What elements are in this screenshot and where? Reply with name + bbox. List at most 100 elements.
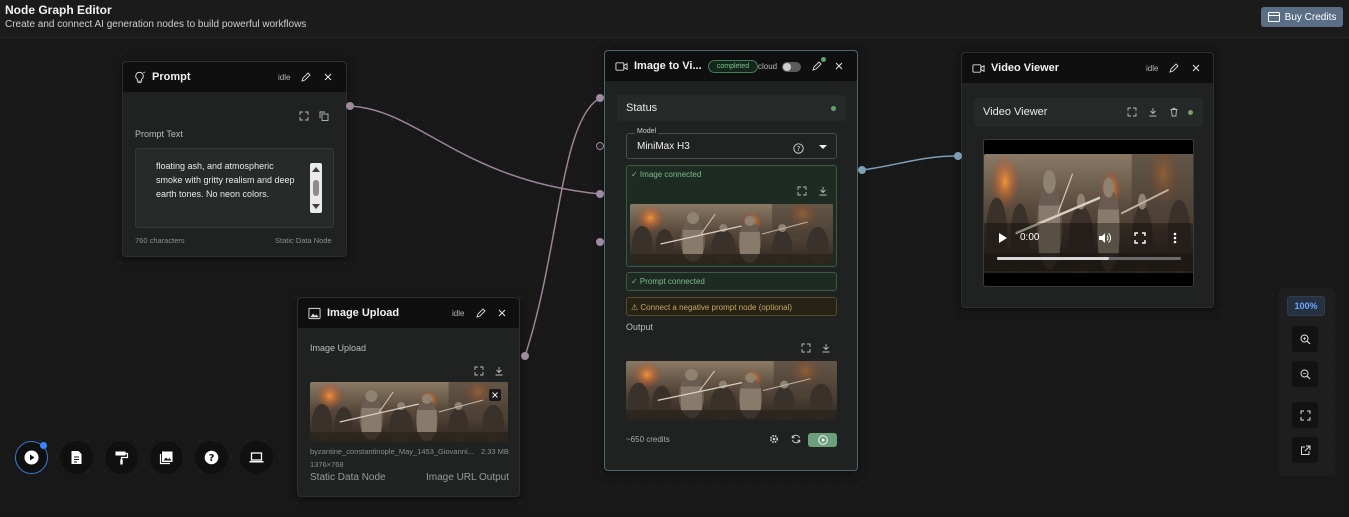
prompt-field-label: Prompt Text bbox=[135, 129, 183, 139]
completed-badge: completed bbox=[708, 60, 758, 73]
gear-icon bbox=[769, 434, 779, 444]
video-viewer-subheader: Video Viewer bbox=[974, 98, 1203, 127]
zoom-out-icon bbox=[1300, 369, 1310, 379]
document-tool[interactable] bbox=[60, 441, 93, 474]
edit-button[interactable] bbox=[811, 60, 823, 72]
image-to-video-node-title: Image to Vi... bbox=[634, 60, 702, 72]
zoom-in-button[interactable] bbox=[1292, 326, 1318, 352]
more-options-button[interactable] bbox=[1173, 231, 1177, 249]
generate-button[interactable] bbox=[808, 433, 837, 447]
expand-button[interactable] bbox=[298, 110, 310, 122]
copy-button[interactable] bbox=[318, 110, 330, 122]
help-tool[interactable]: ? bbox=[195, 441, 228, 474]
play-circle-icon bbox=[24, 450, 39, 465]
volume-icon bbox=[1099, 233, 1111, 243]
close-button[interactable] bbox=[322, 71, 334, 83]
input-image-preview bbox=[630, 204, 833, 264]
close-button[interactable] bbox=[1190, 62, 1202, 74]
wire-prompt-to-i2v bbox=[349, 105, 601, 195]
close-icon bbox=[498, 309, 506, 317]
download-button[interactable] bbox=[1147, 106, 1159, 118]
prompt-node-header[interactable]: Prompt bbox=[123, 62, 346, 92]
prompt-output-port[interactable] bbox=[346, 102, 354, 110]
download-icon bbox=[819, 187, 827, 196]
i2v-input-port-3[interactable] bbox=[596, 190, 604, 198]
fullscreen-button[interactable] bbox=[1134, 231, 1146, 249]
edit-button[interactable] bbox=[1168, 62, 1180, 74]
copy-icon bbox=[319, 111, 329, 121]
external-link-icon bbox=[1300, 445, 1310, 455]
prompt-text: floating ash, and atmospheric smoke with… bbox=[156, 161, 295, 199]
i2v-input-port-2[interactable] bbox=[596, 142, 604, 150]
cloud-toggle[interactable] bbox=[782, 62, 801, 72]
model-select[interactable]: Model MiniMax H3 ? bbox=[626, 128, 837, 159]
gallery-tool[interactable] bbox=[150, 441, 183, 474]
chevron-down-icon[interactable] bbox=[819, 145, 827, 149]
video-progress-track[interactable] bbox=[997, 257, 1181, 260]
fit-view-button[interactable] bbox=[1292, 402, 1318, 428]
status-row[interactable]: Status bbox=[617, 95, 846, 121]
image-url-output-label: Image URL Output bbox=[426, 472, 510, 483]
volume-button[interactable] bbox=[1098, 231, 1111, 249]
video-camera-icon bbox=[972, 62, 985, 75]
paint-roller-icon bbox=[115, 451, 129, 465]
video-controls bbox=[984, 223, 1193, 271]
expand-button[interactable] bbox=[796, 185, 808, 197]
prompt-connected-panel: ✓ Prompt connected bbox=[626, 272, 837, 291]
expand-button[interactable] bbox=[1126, 106, 1138, 118]
pencil-icon bbox=[812, 61, 822, 71]
close-button[interactable] bbox=[833, 60, 845, 72]
image-upload-node[interactable]: Image Upload idle Image Upload byzantine… bbox=[297, 297, 520, 497]
image-icon bbox=[308, 307, 321, 320]
zoom-out-button[interactable] bbox=[1292, 361, 1318, 387]
play-circle-icon bbox=[817, 435, 828, 445]
delete-button[interactable] bbox=[1168, 106, 1180, 118]
uploaded-dimensions: 1376×768 bbox=[310, 460, 344, 469]
uploaded-filesize: 2.33 MB bbox=[481, 447, 509, 456]
zoom-level[interactable]: 100% bbox=[1287, 296, 1325, 316]
help-icon: ? bbox=[204, 450, 219, 465]
status-label: Status bbox=[626, 102, 658, 114]
uploaded-filename: byzantine_constantinople_May_1453_Giovan… bbox=[310, 447, 474, 456]
video-camera-icon bbox=[615, 60, 628, 73]
prompt-scrollbar[interactable] bbox=[310, 163, 322, 213]
pencil-icon bbox=[301, 72, 311, 82]
prompt-connected-text: ✓ Prompt connected bbox=[631, 277, 705, 286]
download-button[interactable] bbox=[820, 342, 832, 354]
open-external-button[interactable] bbox=[1292, 437, 1318, 463]
help-icon[interactable]: ? bbox=[793, 141, 804, 159]
video-viewer-node[interactable]: Video Viewer idle Video Viewer 0:00 bbox=[961, 52, 1214, 308]
expand-icon bbox=[1127, 107, 1137, 117]
download-button[interactable] bbox=[817, 185, 829, 197]
i2v-input-port-4[interactable] bbox=[596, 238, 604, 246]
video-viewer-node-status: idle bbox=[1146, 64, 1159, 73]
lightbulb-icon bbox=[133, 71, 146, 84]
prompt-textarea[interactable]: floating ash, and atmospheric smoke with… bbox=[135, 148, 334, 228]
settings-button[interactable] bbox=[768, 433, 780, 445]
image-upload-output-port[interactable] bbox=[521, 352, 529, 360]
play-tool[interactable] bbox=[15, 441, 48, 474]
edit-button[interactable] bbox=[300, 71, 312, 83]
laptop-tool[interactable] bbox=[240, 441, 273, 474]
character-count: 760 characters bbox=[135, 236, 185, 245]
wire-i2v-to-video bbox=[861, 155, 959, 171]
status-indicator bbox=[831, 106, 836, 111]
video-player[interactable]: 0:00 bbox=[983, 139, 1194, 287]
paint-roller-tool[interactable] bbox=[105, 441, 138, 474]
pencil-icon bbox=[1169, 63, 1179, 73]
laptop-icon bbox=[249, 452, 264, 463]
download-icon bbox=[822, 344, 830, 353]
expand-button[interactable] bbox=[800, 342, 812, 354]
download-button[interactable] bbox=[493, 365, 505, 377]
i2v-input-port-1[interactable] bbox=[596, 94, 604, 102]
remove-image-button[interactable] bbox=[489, 389, 501, 401]
edit-button[interactable] bbox=[475, 307, 487, 319]
i2v-output-port[interactable] bbox=[858, 166, 866, 174]
video-viewer-input-port[interactable] bbox=[954, 152, 962, 160]
image-to-video-node[interactable]: Image to Vi... completed cloud Status Mo… bbox=[604, 50, 858, 471]
prompt-node[interactable]: Prompt idle Prompt Text floating ash, an… bbox=[122, 61, 347, 257]
play-button[interactable] bbox=[998, 231, 1008, 249]
close-button[interactable] bbox=[496, 307, 508, 319]
expand-button[interactable] bbox=[473, 365, 485, 377]
refresh-button[interactable] bbox=[790, 433, 802, 445]
